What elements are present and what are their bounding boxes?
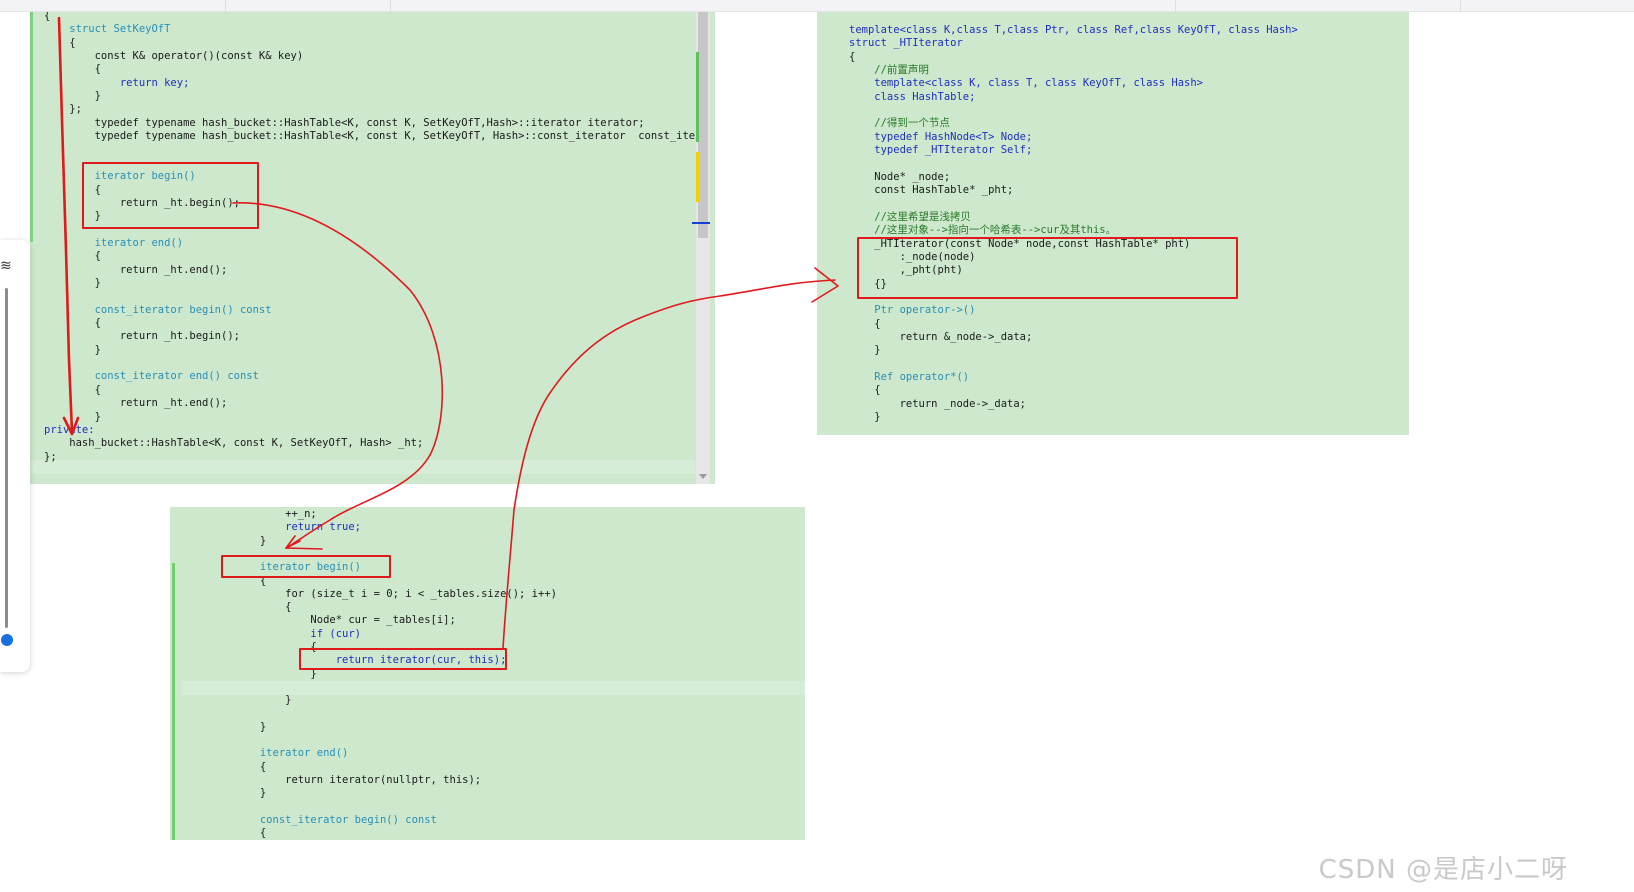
code-line: { bbox=[184, 760, 267, 773]
highlight-box-set-begin bbox=[82, 162, 259, 229]
current-line-highlight bbox=[30, 460, 695, 474]
code-line: { bbox=[44, 36, 76, 49]
code-line: } bbox=[184, 534, 267, 547]
code-line: { bbox=[44, 383, 101, 396]
watermark-text: CSDN @是店小二呀 bbox=[1318, 855, 1568, 885]
code-line: return key; bbox=[44, 76, 190, 89]
code-panel-iterator-struct: template<class K,class T,class Ptr, clas… bbox=[817, 12, 1409, 435]
code-line: { bbox=[184, 601, 292, 614]
change-marker-bar bbox=[172, 563, 175, 840]
code-line: } bbox=[44, 343, 101, 356]
side-toolbar-widget[interactable]: ≋ bbox=[0, 240, 30, 672]
code-line: Ptr operator->() bbox=[849, 304, 976, 317]
code-line: const_iterator begin() const bbox=[184, 813, 437, 826]
code-line: if (cur) bbox=[184, 627, 362, 640]
code-line: ++_n; bbox=[184, 508, 317, 520]
code-line: } bbox=[44, 90, 101, 103]
code-line: return _node->_data; bbox=[849, 397, 1027, 410]
code-line: const_iterator end() const bbox=[44, 370, 259, 383]
code-line: private: bbox=[44, 423, 95, 436]
menu-icon[interactable]: ≋ bbox=[0, 258, 12, 274]
scroll-marker-green bbox=[696, 52, 699, 142]
code-line: }; bbox=[44, 450, 57, 463]
code-line: Node* _node; bbox=[849, 170, 951, 183]
code-line: } bbox=[184, 694, 292, 707]
scroll-marker-yellow bbox=[696, 152, 699, 202]
tab-separator bbox=[1175, 0, 1176, 12]
tab-separator bbox=[390, 0, 391, 12]
code-line: hash_bucket::HashTable<K, const K, SetKe… bbox=[44, 437, 424, 450]
code-line: for (size_t i = 0; i < _tables.size(); i… bbox=[184, 587, 557, 600]
tab-separator bbox=[1460, 0, 1461, 12]
code-line: template<class K, class T, class KeyOfT,… bbox=[849, 77, 1204, 90]
highlight-box-hashtable-begin bbox=[221, 555, 391, 578]
code-line: return &_node->_data; bbox=[849, 331, 1033, 344]
scroll-down-arrow-icon[interactable] bbox=[699, 474, 707, 479]
code-line: struct SetKeyOfT bbox=[44, 23, 171, 36]
code-line: return true; bbox=[184, 521, 362, 534]
code-line: } bbox=[849, 411, 881, 424]
code-line: } bbox=[184, 667, 317, 680]
code-line: return _ht.end(); bbox=[44, 397, 228, 410]
code-line: { bbox=[44, 250, 101, 263]
code-line: typedef typename hash_bucket::HashTable<… bbox=[44, 116, 645, 129]
scrollbar-thumb[interactable] bbox=[698, 12, 708, 238]
top-tab-strip bbox=[0, 0, 1634, 12]
code-line: } bbox=[44, 277, 101, 289]
code-line: }; bbox=[44, 103, 82, 116]
code-line: typedef HashNode<T> Node; bbox=[849, 130, 1033, 143]
code-line: { bbox=[44, 63, 101, 76]
scroll-marker-blue bbox=[692, 222, 710, 224]
code-line: } bbox=[184, 720, 267, 733]
code-line: template<class K,class T,class Ptr, clas… bbox=[849, 24, 1298, 36]
code-line: class HashTable; bbox=[849, 90, 976, 103]
code-line: { bbox=[184, 641, 317, 653]
code-line: const_iterator begin() const bbox=[44, 303, 272, 316]
code-line: return iterator(nullptr, this); bbox=[184, 774, 482, 786]
code-line: { bbox=[184, 827, 267, 840]
code-panel-set-wrapper: { struct SetKeyOfT { const K& operator()… bbox=[30, 12, 715, 484]
code-line: Ref operator*() bbox=[849, 371, 970, 384]
code-line: return _ht.end(); bbox=[44, 263, 228, 276]
code-line: const K& operator()(const K& key) bbox=[44, 50, 304, 63]
code-line: const HashTable* _pht; bbox=[849, 184, 1014, 197]
code-line: { bbox=[849, 50, 856, 63]
code-line: //得到一个节点 bbox=[849, 117, 950, 130]
code-line: return _ht.begin(); bbox=[44, 330, 240, 343]
code-line: { bbox=[44, 12, 51, 22]
code-line: { bbox=[849, 317, 881, 330]
code-line: //前置声明 bbox=[849, 64, 929, 77]
code-line: //这里对象-->指向一个哈希表-->cur及其this。 bbox=[849, 224, 1117, 237]
code-line: //这里希望是浅拷贝 bbox=[849, 210, 971, 223]
slider-track[interactable] bbox=[5, 288, 8, 628]
code-line: Node* cur = _tables[i]; bbox=[184, 614, 456, 627]
highlight-box-return-iterator bbox=[299, 648, 507, 670]
code-line: { bbox=[44, 317, 101, 330]
code-line: } bbox=[849, 344, 881, 357]
tab-separator bbox=[225, 0, 226, 12]
code-line: iterator end() bbox=[184, 747, 349, 760]
code-line: } bbox=[44, 410, 101, 423]
code-line: { bbox=[849, 384, 881, 397]
highlight-box-iterator-constructor bbox=[857, 237, 1238, 299]
change-marker-bar bbox=[30, 12, 33, 242]
code-line: typedef _HTIterator Self; bbox=[849, 144, 1033, 157]
current-line-highlight bbox=[182, 681, 805, 695]
code-line: } bbox=[184, 787, 267, 800]
code-line: struct _HTIterator bbox=[849, 37, 963, 50]
slider-handle[interactable] bbox=[1, 634, 13, 646]
vertical-scrollbar[interactable] bbox=[692, 12, 710, 484]
code-line: iterator end() bbox=[44, 236, 184, 249]
code-line: typedef typename hash_bucket::HashTable<… bbox=[44, 130, 702, 143]
